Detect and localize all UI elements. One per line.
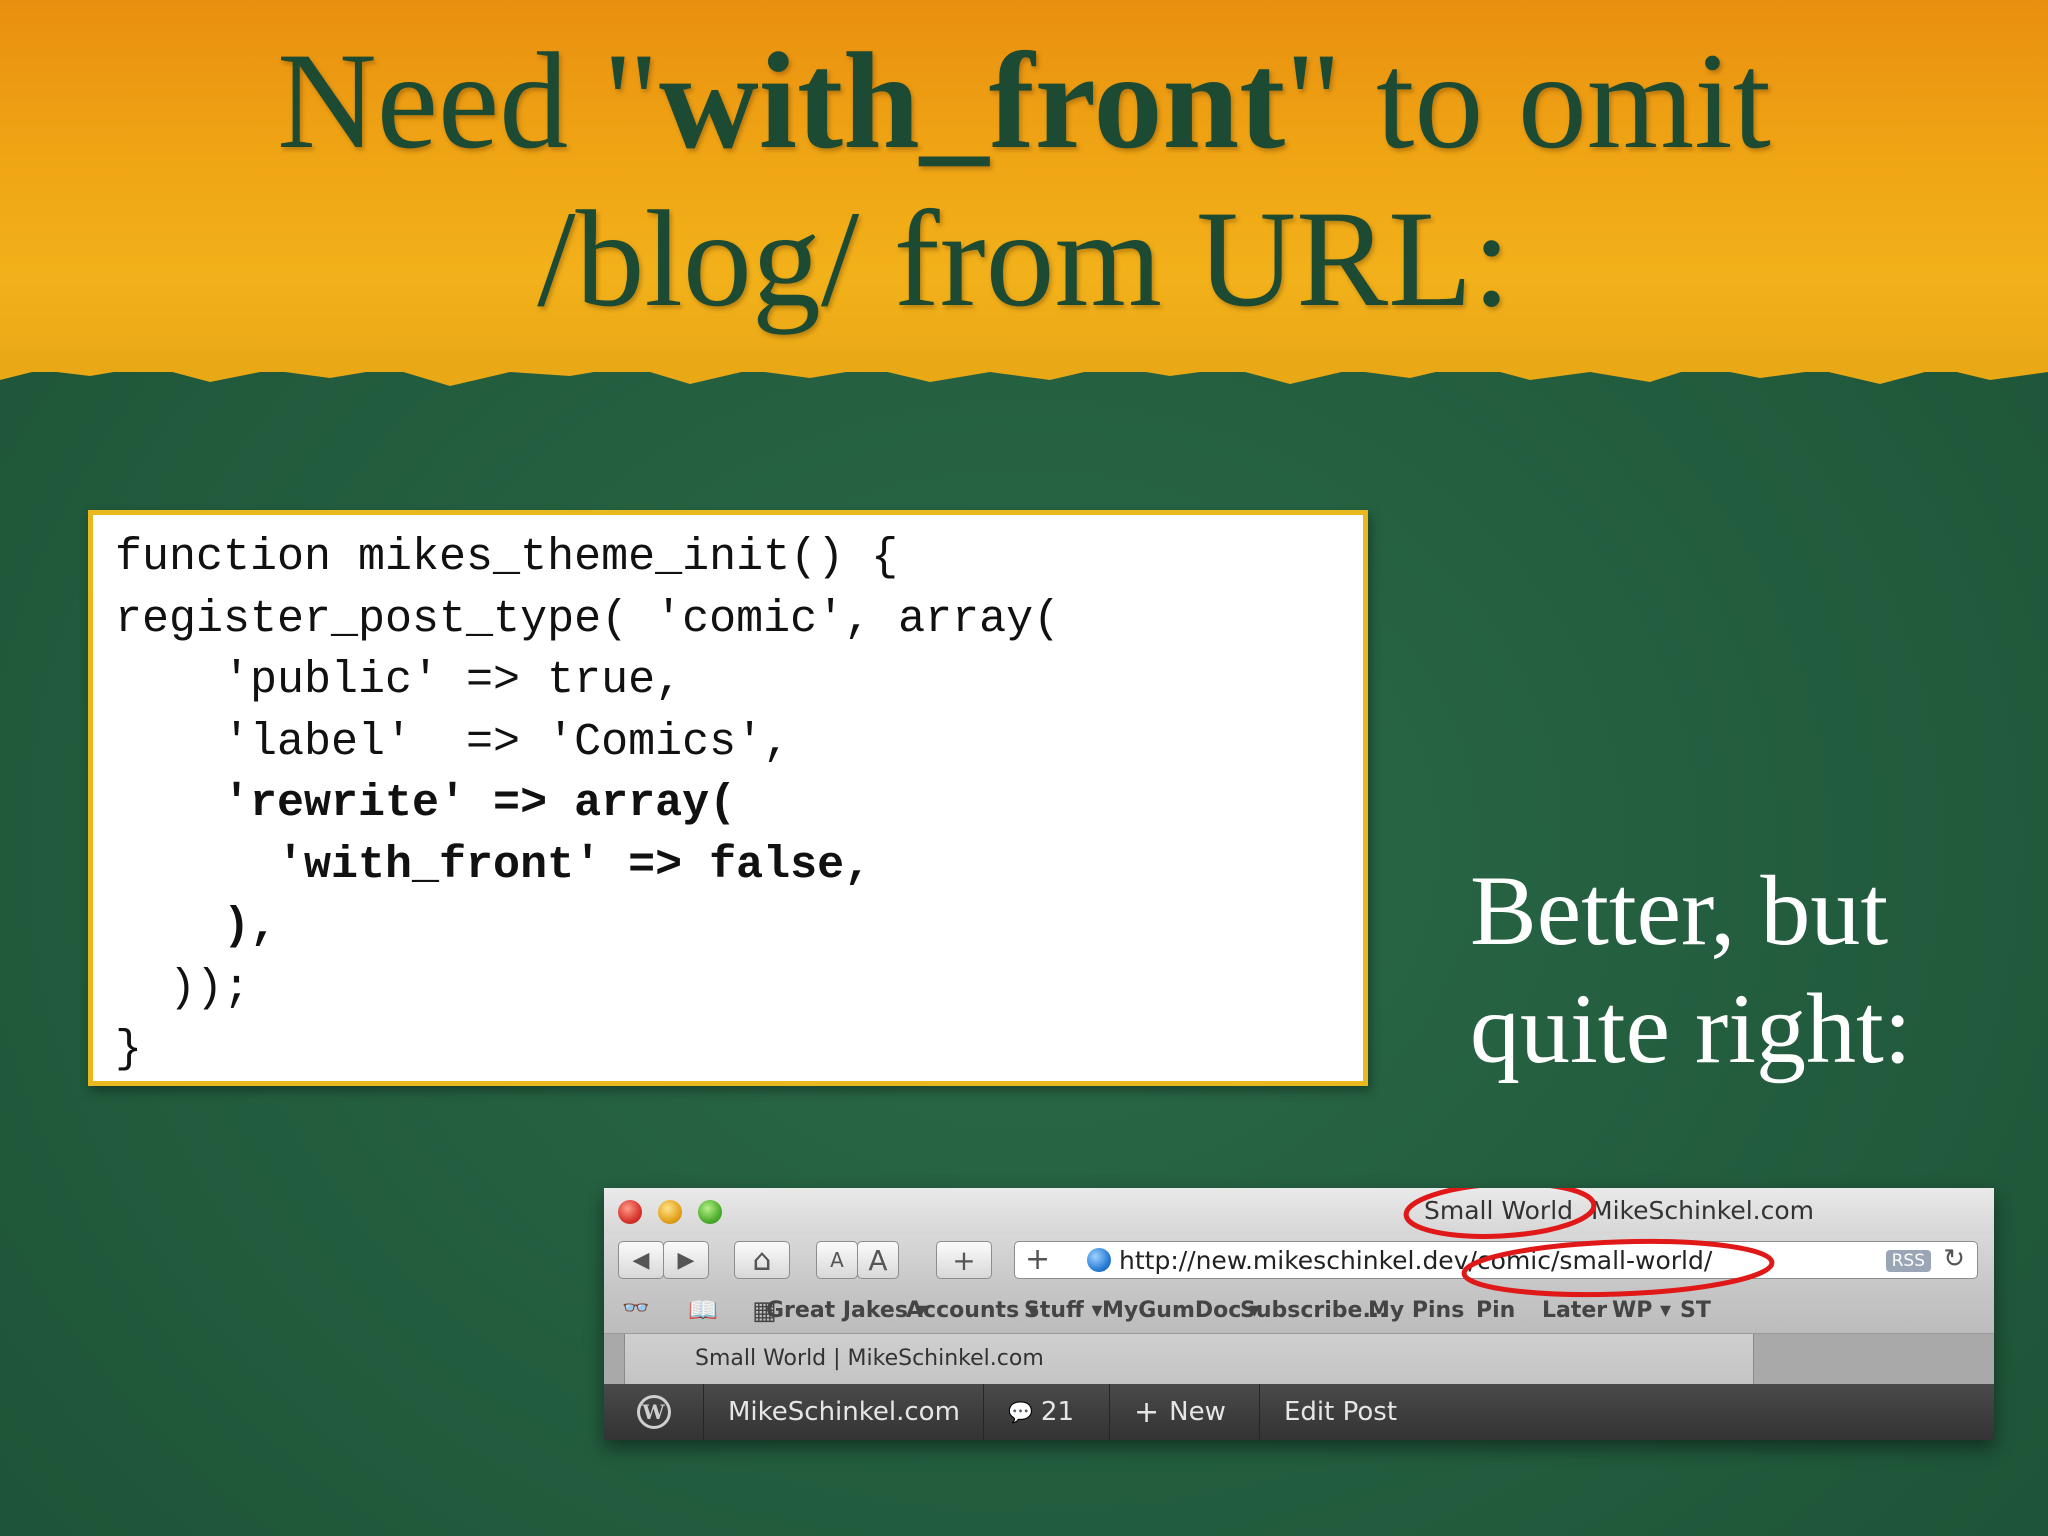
- code-box: function mikes_theme_init() { register_po…: [88, 510, 1368, 1086]
- side-caption-line-1: Better, but: [1470, 855, 1889, 966]
- code-line: ),: [115, 901, 278, 952]
- code-line: }: [115, 1024, 143, 1075]
- code-line: 'label' => 'Comics',: [115, 716, 791, 768]
- slide-title: Need "with_front" to omit /blog/ from UR…: [0, 22, 2048, 338]
- title-line-1: Need "with_front" to omit: [0, 22, 2048, 180]
- side-caption: Better, but quite right:: [1470, 852, 2030, 1088]
- title-annotation-circle: [1403, 1188, 1597, 1239]
- code-line: function mikes_theme_init() {: [115, 532, 899, 583]
- side-caption-line-2: quite right:: [1470, 973, 1912, 1084]
- code-line: 'with_front' => false,: [115, 839, 872, 891]
- url-annotation-circle: [1461, 1238, 1775, 1298]
- code-line: 'public' => true,: [115, 655, 683, 706]
- code-line: 'rewrite' => array(: [115, 778, 737, 829]
- red-annotations: [1403, 1188, 1775, 1298]
- title-pre: Need ": [277, 24, 660, 177]
- title-line-2: /blog/ from URL:: [537, 182, 1511, 335]
- code-block: function mikes_theme_init() { register_po…: [115, 527, 1060, 1081]
- code-line: register_post_type( 'comic', array(: [115, 593, 1061, 645]
- code-line: ));: [115, 962, 251, 1014]
- browser-screenshot: Small World MikeSchinkel.com ◀ ▶ ⌂ A A + …: [604, 1188, 1994, 1440]
- torn-paper-edge: [0, 350, 2048, 386]
- title-bold-keyword: with_front: [659, 24, 1286, 177]
- title-post: " to omit: [1285, 24, 1771, 177]
